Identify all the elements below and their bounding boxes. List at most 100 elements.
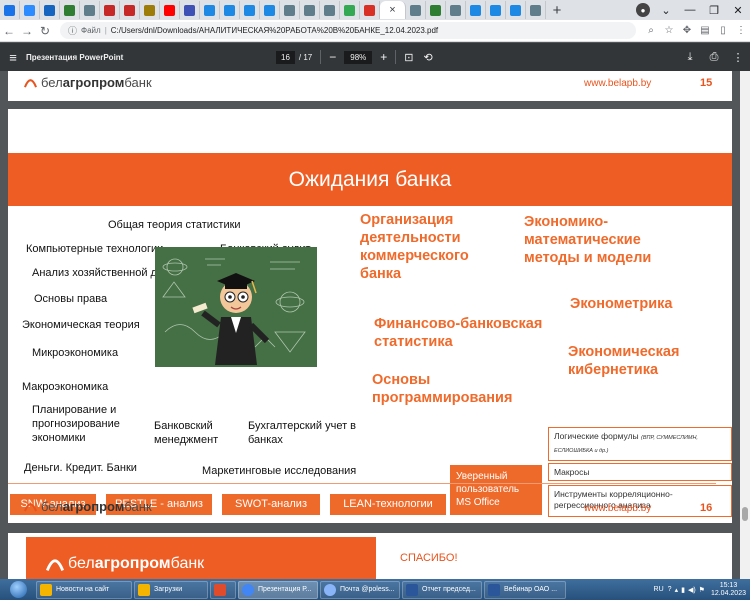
browser-tab[interactable] (220, 1, 240, 19)
tray-arrow-icon[interactable]: ▴ (675, 586, 679, 594)
new-tab-button[interactable]: + (546, 1, 568, 19)
flag-icon (124, 4, 135, 16)
mail-icon (4, 4, 15, 16)
language-indicator[interactable]: RU (654, 586, 664, 593)
maximize-button[interactable]: ❐ (702, 1, 726, 19)
browser-tab[interactable] (140, 1, 160, 19)
browser-tab[interactable] (80, 1, 100, 19)
taskbar-app-news[interactable]: Новости на сайт (36, 580, 132, 599)
browser-toolbar: ← → ↻ ⓘ Файл | C:/Users/dnl/Downloads/АН… (0, 20, 750, 42)
slide-title: Ожидания банка (8, 153, 732, 206)
start-button[interactable] (0, 579, 36, 600)
subject-item: Микроэкономика (32, 347, 119, 359)
network-icon[interactable]: ▮ (681, 586, 685, 594)
minimize-button[interactable]: — (678, 1, 702, 19)
media-player-icon (214, 583, 226, 596)
subject-item: Макроэкономика (22, 381, 109, 393)
fit-page-icon[interactable]: ⊡ (404, 51, 413, 64)
browser-tab[interactable] (506, 1, 526, 19)
reading-list-icon[interactable]: ▤ (696, 25, 714, 36)
back-arrow-icon[interactable]: ← (0, 24, 18, 38)
taskbar-app-word-report[interactable]: Отчет председ... (402, 580, 482, 599)
browser-tab[interactable] (486, 1, 506, 19)
extensions-icon[interactable]: ✥ (678, 25, 696, 36)
browser-tab[interactable] (406, 1, 426, 19)
page-17: бел агропром банк СПАСИБО! (8, 533, 732, 579)
forward-arrow-icon[interactable]: → (18, 24, 36, 38)
flag-tray-icon[interactable]: ⚑ (699, 586, 705, 594)
zoom-lens-icon[interactable]: ⌕ (642, 25, 660, 36)
tab-search-icon[interactable]: ⌄ (654, 1, 678, 19)
browser-tab[interactable] (526, 1, 546, 19)
taskbar-app-media[interactable] (210, 580, 236, 599)
book-icon (224, 4, 235, 16)
mail-client-icon (324, 583, 336, 596)
browser-tab[interactable] (426, 1, 446, 19)
zoom-icon (24, 4, 35, 16)
browser-tab[interactable] (240, 1, 260, 19)
address-bar[interactable]: ⓘ Файл | C:/Users/dnl/Downloads/АНАЛИТИЧ… (60, 22, 636, 39)
browser-tab[interactable] (260, 1, 280, 19)
zoom-in-button[interactable]: + (380, 50, 387, 64)
volume-icon[interactable]: ◀) (688, 586, 696, 594)
pdf-document-area[interactable]: бел агропром банк www.belapb.by 15 Ожидани… (0, 71, 740, 579)
browser-tab[interactable] (40, 1, 60, 19)
print-icon[interactable]: ⎙ (702, 51, 726, 64)
browser-tab[interactable] (280, 1, 300, 19)
page-16: Ожидания банка Общая теория статистики К… (8, 109, 732, 523)
browser-tab[interactable] (320, 1, 340, 19)
bank-logo-icon (24, 79, 37, 88)
skill-item: Экономико-математические методы и модели (524, 214, 652, 266)
globe-icon (84, 4, 95, 16)
browser-tab[interactable] (200, 1, 220, 19)
taskbar-app-word-webinar[interactable]: Вебинар ОАО ... (484, 580, 566, 599)
browser-tab[interactable] (100, 1, 120, 19)
teams-icon (430, 4, 441, 16)
more-options-icon[interactable]: ⋮ (726, 51, 750, 64)
rotate-icon[interactable]: ⟲ (424, 51, 433, 64)
browser-tab[interactable] (160, 1, 180, 19)
browser-tab[interactable] (20, 1, 40, 19)
url-text[interactable]: C:/Users/dnl/Downloads/АНАЛИТИЧЕСКАЯ%20Р… (111, 26, 438, 35)
windows-orb-icon (9, 581, 27, 598)
browser-tab[interactable] (300, 1, 320, 19)
subject-item: Основы права (34, 293, 108, 305)
bookmark-star-icon[interactable]: ☆ (660, 25, 678, 36)
scrollbar-thumb[interactable] (742, 507, 748, 521)
browser-tab[interactable] (120, 1, 140, 19)
taskbar-app-mail[interactable]: Почта @poless... (320, 580, 400, 599)
vertical-scrollbar[interactable] (740, 71, 750, 579)
info-icon[interactable]: ⓘ (68, 24, 77, 37)
download-icon[interactable]: ⤓ (678, 51, 702, 64)
menu-dots-icon[interactable]: ⋮ (732, 25, 750, 36)
browser-tab[interactable] (466, 1, 486, 19)
browser-tab[interactable] (446, 1, 466, 19)
browser-tab[interactable] (340, 1, 360, 19)
swirl-icon (44, 4, 55, 16)
tab-active-pdf[interactable]: × (380, 1, 406, 19)
taskbar-app-downloads[interactable]: Загрузки (134, 580, 208, 599)
help-icon[interactable]: ? (668, 586, 672, 593)
close-window-button[interactable]: ✕ (726, 1, 750, 19)
zoom-out-button[interactable]: − (329, 50, 336, 64)
sidepanel-icon[interactable]: ▯ (714, 25, 732, 36)
close-tab-icon[interactable]: × (389, 4, 395, 16)
taskbar-app-chrome[interactable]: Презентация Р... (238, 580, 318, 599)
system-tray: RU ? ▴ ▮ ◀) ⚑ 15:13 12.04.2023 (654, 582, 750, 598)
browser-tab[interactable] (180, 1, 200, 19)
page-number-input[interactable]: 16 (276, 50, 295, 64)
vpn-icon (490, 4, 501, 16)
subject-item: Планирование и прогнозирование экономики (32, 404, 120, 444)
tab-list (0, 1, 380, 19)
pdf-menu-icon[interactable]: ≡ (0, 50, 26, 65)
book-icon (264, 4, 275, 16)
clock[interactable]: 15:13 12.04.2023 (711, 582, 746, 598)
zoom-input[interactable]: 98% (344, 50, 373, 64)
profile-avatar[interactable]: ● (636, 3, 650, 17)
browser-tab[interactable] (360, 1, 380, 19)
bank-logo: бел агропром банк (24, 499, 152, 514)
method-chip: SWOT-анализ (222, 494, 320, 515)
browser-tab[interactable] (60, 1, 80, 19)
reload-icon[interactable]: ↻ (36, 24, 54, 38)
browser-tab[interactable] (0, 1, 20, 19)
